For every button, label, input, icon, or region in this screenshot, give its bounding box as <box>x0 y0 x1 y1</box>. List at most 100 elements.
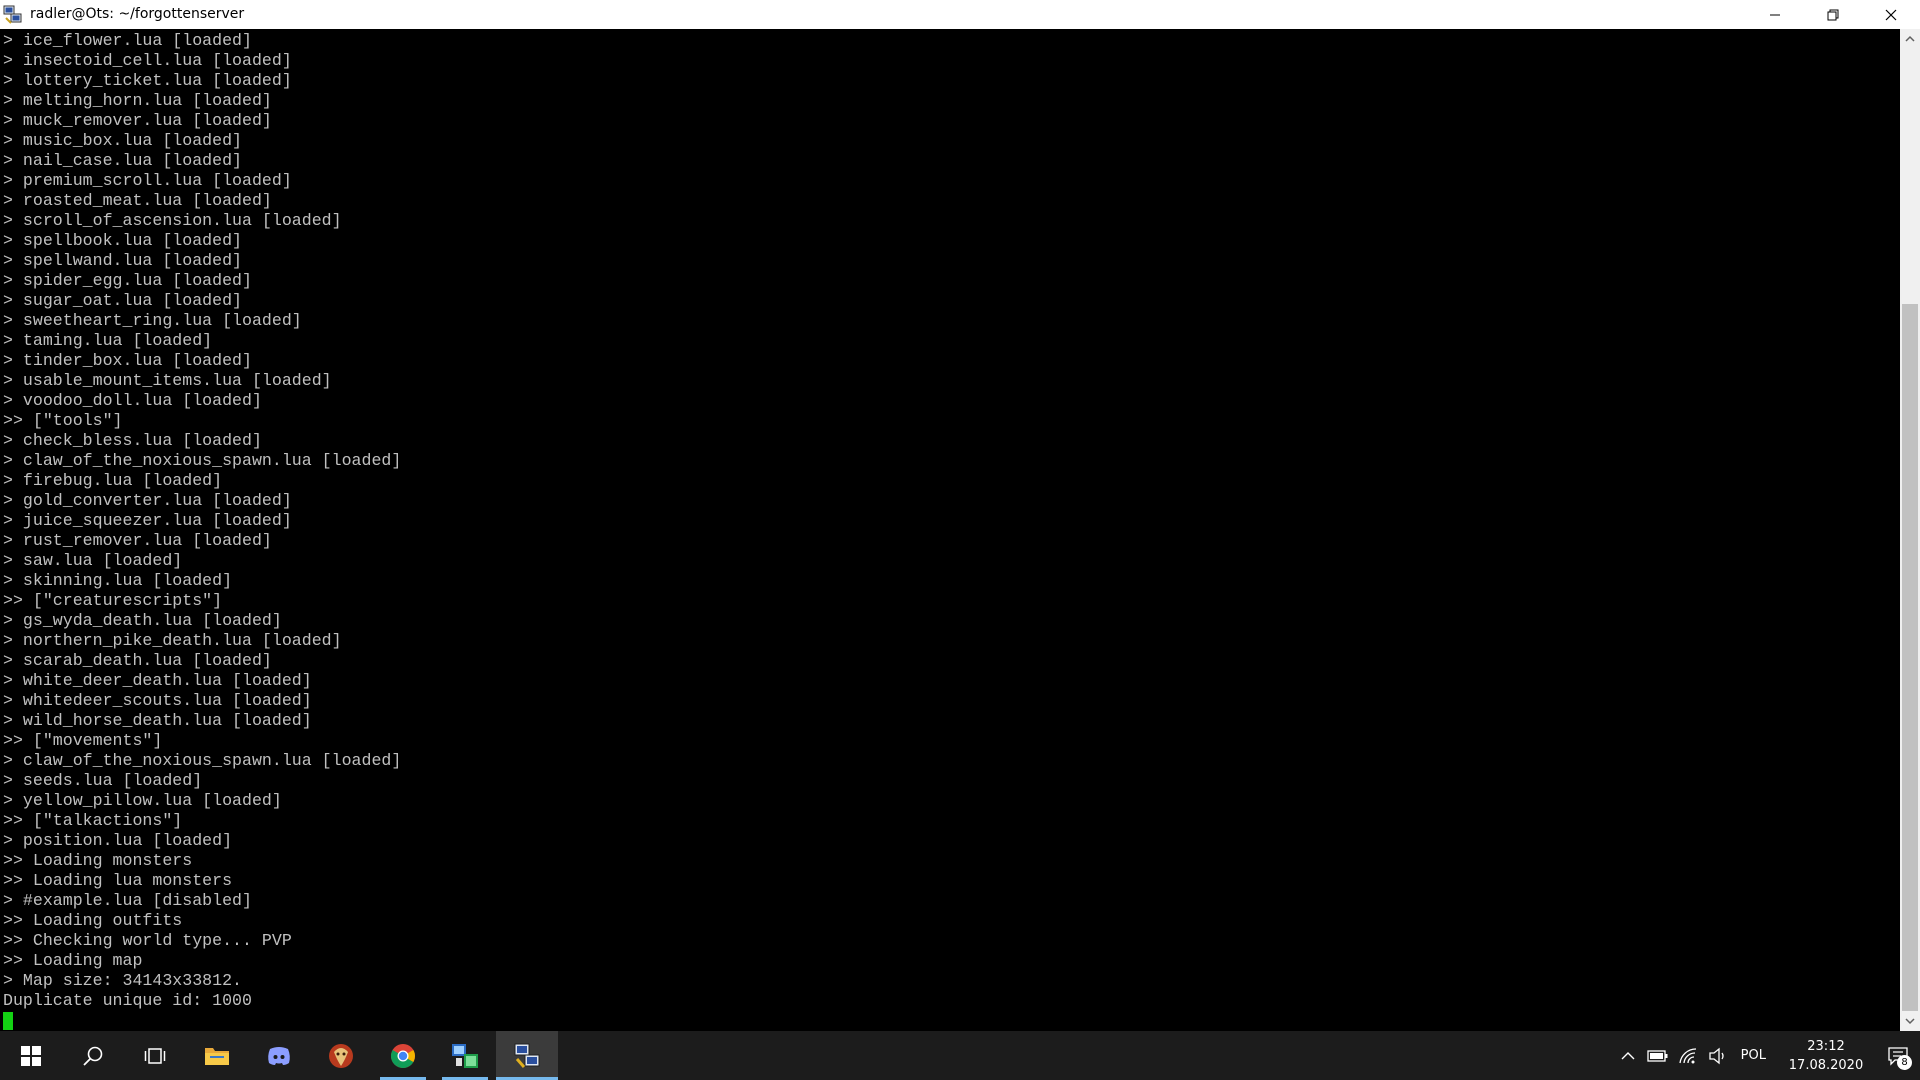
server-app-icon <box>452 1043 478 1068</box>
action-center-button[interactable]: 8 <box>1876 1031 1920 1080</box>
discord-icon <box>268 1046 290 1065</box>
network-button[interactable] <box>1673 1031 1703 1080</box>
terminal-line: > sugar_oat.lua [loaded] <box>3 291 242 310</box>
terminal-line: > #example.lua [disabled] <box>3 891 252 910</box>
terminal-line: > tinder_box.lua [loaded] <box>3 351 252 370</box>
taskbar-server-app[interactable] <box>434 1031 496 1080</box>
terminal-line: >> ["creaturescripts"] <box>3 591 223 610</box>
speaker-icon <box>1709 1047 1724 1064</box>
window-titlebar: radler@Ots: ~/forgottenserver <box>0 0 1920 29</box>
show-hidden-icons-button[interactable] <box>1613 1031 1643 1080</box>
window-title: radler@Ots: ~/forgottenserver <box>30 6 245 22</box>
close-icon <box>1885 9 1897 20</box>
terminal-line: >> Loading lua monsters <box>3 871 233 890</box>
taskbar-chrome[interactable] <box>372 1031 434 1080</box>
putty-icon[interactable] <box>2 4 24 26</box>
volume-button[interactable] <box>1703 1031 1733 1080</box>
terminal-line: > premium_scroll.lua [loaded] <box>3 171 292 190</box>
minimize-button[interactable] <box>1746 0 1804 29</box>
input-language-indicator[interactable]: POL <box>1733 1048 1776 1063</box>
terminal-line: > spellbook.lua [loaded] <box>3 231 242 250</box>
close-button[interactable] <box>1862 0 1920 29</box>
terminal-line: > melting_horn.lua [loaded] <box>3 91 272 110</box>
vertical-scrollbar[interactable] <box>1900 29 1920 1031</box>
terminal-line: > usable_mount_items.lua [loaded] <box>3 371 332 390</box>
scroll-thumb[interactable] <box>1902 304 1918 1011</box>
terminal-line: > Map size: 34143x33812. <box>3 971 242 990</box>
terminal-line: > insectoid_cell.lua [loaded] <box>3 51 292 70</box>
terminal-line: > seeds.lua [loaded] <box>3 771 203 790</box>
terminal-line: >> Loading map <box>3 951 143 970</box>
taskbar-file-explorer[interactable] <box>186 1031 248 1080</box>
terminal-line: > firebug.lua [loaded] <box>3 471 223 490</box>
terminal-line: > music_box.lua [loaded] <box>3 131 242 150</box>
terminal-line: > white_deer_death.lua [loaded] <box>3 671 312 690</box>
putty-icon <box>514 1043 540 1068</box>
scroll-up-button[interactable] <box>1900 29 1920 49</box>
window-controls <box>1746 0 1920 29</box>
terminal-line: > sweetheart_ring.lua [loaded] <box>3 311 302 330</box>
wifi-icon <box>1679 1047 1696 1063</box>
terminal-prompt-line <box>3 1011 1900 1031</box>
chevron-down-icon <box>1905 1018 1915 1025</box>
terminal-line: > rust_remover.lua [loaded] <box>3 531 272 550</box>
terminal-line: > lottery_ticket.lua [loaded] <box>3 71 292 90</box>
terminal-line: >> ["tools"] <box>3 411 123 430</box>
terminal-line: > northern_pike_death.lua [loaded] <box>3 631 342 650</box>
system-tray: POL 23:12 17.08.2020 8 <box>1613 1031 1920 1080</box>
chrome-icon <box>390 1043 415 1068</box>
terminal-line: > spider_egg.lua [loaded] <box>3 271 252 290</box>
start-button[interactable] <box>0 1031 62 1080</box>
task-view-button[interactable] <box>124 1031 186 1080</box>
terminal-line: > spellwand.lua [loaded] <box>3 251 242 270</box>
terminal-cursor <box>3 1012 13 1030</box>
scroll-down-button[interactable] <box>1900 1011 1920 1031</box>
terminal-line: > check_bless.lua [loaded] <box>3 431 262 450</box>
clock-date: 17.08.2020 <box>1788 1057 1864 1073</box>
clock-button[interactable]: 23:12 17.08.2020 <box>1776 1037 1876 1075</box>
chevron-up-icon <box>1905 35 1915 42</box>
chevron-up-icon <box>1621 1051 1635 1059</box>
terminal-line: > scarab_death.lua [loaded] <box>3 651 272 670</box>
terminal-line: > yellow_pillow.lua [loaded] <box>3 791 282 810</box>
terminal-line: > gs_wyda_death.lua [loaded] <box>3 611 282 630</box>
terminal-line: > claw_of_the_noxious_spawn.lua [loaded] <box>3 751 402 770</box>
terminal-line: > voodoo_doll.lua [loaded] <box>3 391 262 410</box>
terminal-line: > taming.lua [loaded] <box>3 331 213 350</box>
task-view-icon <box>144 1047 166 1064</box>
terminal-line: > scroll_of_ascension.lua [loaded] <box>3 211 342 230</box>
terminal-output[interactable]: > ice_flower.lua [loaded] > insectoid_cel… <box>0 29 1900 1031</box>
terminal-line: >> ["movements"] <box>3 731 163 750</box>
battery-icon <box>1647 1049 1668 1062</box>
terminal-line: > saw.lua [loaded] <box>3 551 183 570</box>
terminal-line: > skinning.lua [loaded] <box>3 571 233 590</box>
terminal-line: >> Checking world type... PVP <box>3 931 292 950</box>
terminal-line: > position.lua [loaded] <box>3 831 233 850</box>
terminal-line: > roasted_meat.lua [loaded] <box>3 191 272 210</box>
restore-button[interactable] <box>1804 0 1862 29</box>
terminal-line: >> Loading monsters <box>3 851 193 870</box>
terminal-line: > whitedeer_scouts.lua [loaded] <box>3 691 312 710</box>
search-button[interactable] <box>62 1031 124 1080</box>
terminal-line: > wild_horse_death.lua [loaded] <box>3 711 312 730</box>
terminal-line: > claw_of_the_noxious_spawn.lua [loaded] <box>3 451 402 470</box>
terminal-line: > nail_case.lua [loaded] <box>3 151 242 170</box>
game-app-icon <box>329 1043 353 1068</box>
terminal-line: > gold_converter.lua [loaded] <box>3 491 292 510</box>
restore-icon <box>1827 9 1839 20</box>
file-explorer-icon <box>205 1047 229 1065</box>
minimize-icon <box>1770 14 1780 15</box>
battery-button[interactable] <box>1643 1031 1673 1080</box>
terminal-line: > juice_squeezer.lua [loaded] <box>3 511 292 530</box>
terminal-line: > muck_remover.lua [loaded] <box>3 111 272 130</box>
taskbar-discord[interactable] <box>248 1031 310 1080</box>
terminal-line: >> ["talkactions"] <box>3 811 183 830</box>
terminal-line: Duplicate unique id: 1000 <box>3 991 252 1010</box>
taskbar-game-app[interactable] <box>310 1031 372 1080</box>
taskbar-putty[interactable] <box>496 1031 558 1080</box>
search-icon <box>83 1046 103 1066</box>
notification-count-badge: 8 <box>1897 1055 1912 1070</box>
clock-time: 23:12 <box>1807 1038 1845 1054</box>
terminal-line: >> Loading outfits <box>3 911 183 930</box>
terminal-line: > ice_flower.lua [loaded] <box>3 31 252 50</box>
